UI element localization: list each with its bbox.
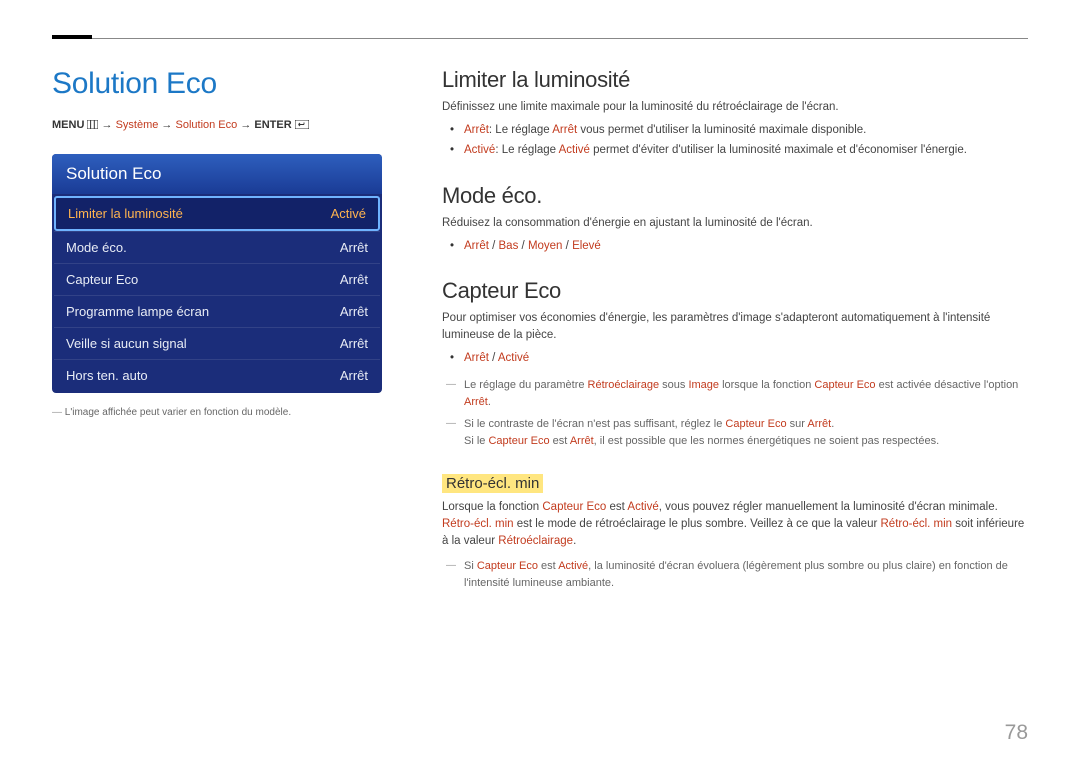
menu-list: Limiter la luminosité Activé Mode éco. A… xyxy=(52,194,382,393)
menu-item-auto-off[interactable]: Hors ten. auto Arrêt xyxy=(54,359,380,391)
menu-item-label: Limiter la luminosité xyxy=(68,206,183,221)
menu-item-label: Capteur Eco xyxy=(66,272,138,287)
breadcrumb-menu: MENU xyxy=(52,119,84,131)
menu-item-eco-mode[interactable]: Mode éco. Arrêt xyxy=(54,231,380,263)
enter-icon xyxy=(295,120,309,132)
panel-disclaimer: L'image affichée peut varier en fonction… xyxy=(52,407,382,418)
section-eco-sensor: Capteur Eco Pour optimiser vos économies… xyxy=(442,278,1028,452)
section-eco-mode: Mode éco. Réduisez la consommation d'éne… xyxy=(442,183,1028,256)
menu-item-no-signal-standby[interactable]: Veille si aucun signal Arrêt xyxy=(54,327,380,359)
section-min-backlight: Rétro-écl. min Lorsque la fonction Capte… xyxy=(442,474,1028,594)
breadcrumb-part-1: Système xyxy=(116,119,159,131)
section-title: Capteur Eco xyxy=(442,278,1028,304)
section-desc: Lorsque la fonction Capteur Eco est Acti… xyxy=(442,499,1028,549)
menu-item-value: Arrêt xyxy=(340,272,368,287)
menu-item-value: Arrêt xyxy=(340,336,368,351)
menu-grid-icon xyxy=(87,120,98,132)
menu-item-eco-sensor[interactable]: Capteur Eco Arrêt xyxy=(54,263,380,295)
menu-item-label: Mode éco. xyxy=(66,240,127,255)
menu-panel-header: Solution Eco xyxy=(52,154,382,194)
section-title: Mode éco. xyxy=(442,183,1028,209)
section-desc: Définissez une limite maximale pour la l… xyxy=(442,99,1028,116)
menu-item-value: Arrêt xyxy=(340,240,368,255)
section-desc: Pour optimiser vos économies d'énergie, … xyxy=(442,310,1028,343)
bullet-options: Arrêt / Bas / Moyen / Elevé xyxy=(464,236,1028,257)
breadcrumb: MENU → Système → Solution Eco → ENTER xyxy=(52,119,382,132)
menu-item-label: Programme lampe écran xyxy=(66,304,209,319)
page-title: Solution Eco xyxy=(52,67,382,101)
subsection-title: Rétro-écl. min xyxy=(442,474,543,493)
menu-item-value: Activé xyxy=(331,206,366,221)
menu-item-value: Arrêt xyxy=(340,304,368,319)
breadcrumb-part-2: Solution Eco xyxy=(176,119,238,131)
menu-item-brightness-limit[interactable]: Limiter la luminosité Activé xyxy=(54,196,380,231)
breadcrumb-enter: ENTER xyxy=(254,119,291,131)
menu-item-lamp-schedule[interactable]: Programme lampe écran Arrêt xyxy=(54,295,380,327)
bullet-options: Arrêt / Activé xyxy=(464,348,1028,369)
menu-item-value: Arrêt xyxy=(340,368,368,383)
note-ambient: Si Capteur Eco est Activé, la luminosité… xyxy=(464,555,1028,594)
menu-panel: Solution Eco Limiter la luminosité Activ… xyxy=(52,154,382,393)
note-backlight: Le réglage du paramètre Rétroéclairage s… xyxy=(464,374,1028,413)
top-rule xyxy=(52,38,1028,39)
menu-item-label: Hors ten. auto xyxy=(66,368,148,383)
page-number: 78 xyxy=(1005,721,1028,745)
menu-item-label: Veille si aucun signal xyxy=(66,336,187,351)
section-title: Limiter la luminosité xyxy=(442,67,1028,93)
section-desc: Réduisez la consommation d'énergie en aj… xyxy=(442,215,1028,232)
note-contrast: Si le contraste de l'écran n'est pas suf… xyxy=(464,413,1028,452)
bullet-off: Arrêt: Le réglage Arrêt vous permet d'ut… xyxy=(464,120,1028,141)
section-brightness-limit: Limiter la luminosité Définissez une lim… xyxy=(442,67,1028,161)
bullet-on: Activé: Le réglage Activé permet d'évite… xyxy=(464,140,1028,161)
